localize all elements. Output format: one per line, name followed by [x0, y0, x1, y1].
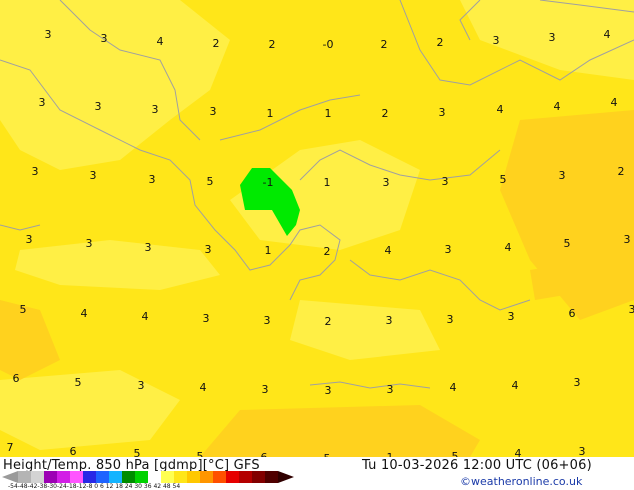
credit-link[interactable]: ©weatheronline.co.uk — [460, 475, 582, 488]
temp-label: 5 — [500, 173, 507, 186]
temp-label: 3 — [149, 173, 156, 186]
temp-label: 2 — [437, 36, 444, 49]
colorbar-ticks: -54-48-42-38-30-24-18-12-8 0 6 12 18 24 … — [8, 483, 181, 490]
temp-label: 2 — [324, 245, 331, 258]
temp-label: 3 — [447, 313, 454, 326]
temp-label: 2 — [381, 38, 388, 51]
temp-label: 6 — [569, 307, 576, 320]
temp-label: 3 — [205, 243, 212, 256]
temp-label: 5 — [197, 450, 204, 457]
temp-label: 4 — [554, 100, 561, 113]
temp-label: 5 — [75, 376, 82, 389]
temp-label: 3 — [383, 176, 390, 189]
temp-label: 7 — [7, 441, 14, 454]
temp-label: 4 — [611, 96, 618, 109]
temp-label: 3 — [442, 175, 449, 188]
temp-label: 3 — [439, 106, 446, 119]
temp-label: 4 — [200, 381, 207, 394]
temp-label: 3 — [45, 28, 52, 41]
temp-label: 2 — [618, 165, 625, 178]
temp-label: 2 — [269, 38, 276, 51]
temp-label: 2 — [382, 107, 389, 120]
temp-label: 5 — [564, 237, 571, 250]
temp-label: 5 — [452, 450, 459, 457]
temp-label: 4 — [450, 381, 457, 394]
temp-label: 3 — [39, 96, 46, 109]
temp-label: 3 — [32, 165, 39, 178]
temp-label: 3 — [264, 314, 271, 327]
temp-label: 3 — [559, 169, 566, 182]
temp-label: 5 — [134, 447, 141, 457]
temp-label: 4 — [157, 35, 164, 48]
temp-label: 3 — [95, 100, 102, 113]
temp-label: 5 — [20, 303, 27, 316]
temp-label: 4 — [497, 103, 504, 116]
weather-map: 3 3 4 2 2 -0 2 2 3 3 4 3 3 3 3 1 1 2 3 4… — [0, 0, 634, 457]
temp-label: 4 — [385, 244, 392, 257]
colorbar — [2, 471, 294, 483]
temp-label: 3 — [101, 32, 108, 45]
temp-label: 3 — [26, 233, 33, 246]
temp-label: 3 — [90, 169, 97, 182]
temp-label: 3 — [579, 445, 586, 457]
temp-label: 1 — [265, 244, 272, 257]
temp-label: 3 — [493, 34, 500, 47]
temp-label: 3 — [445, 243, 452, 256]
temp-label: 3 — [203, 312, 210, 325]
temp-label: 2 — [213, 37, 220, 50]
temp-label: 4 — [505, 241, 512, 254]
temp-label: 3 — [145, 241, 152, 254]
temp-label: -0 — [323, 38, 334, 51]
temp-label: 5 — [207, 175, 214, 188]
temp-label: 6 — [70, 445, 77, 457]
temp-label: 4 — [142, 310, 149, 323]
temp-label: 4 — [604, 28, 611, 41]
temp-label: 3 — [138, 379, 145, 392]
temp-label: 3 — [325, 384, 332, 397]
temp-label: 3 — [508, 310, 515, 323]
run-info: Tu 10-03-2026 12:00 UTC (06+06) — [362, 458, 592, 473]
temp-label: 4 — [512, 379, 519, 392]
temp-label: 1 — [324, 176, 331, 189]
temp-label: 3 — [387, 383, 394, 396]
temp-label: 3 — [210, 105, 217, 118]
temp-label: 2 — [325, 315, 332, 328]
temp-label: 3 — [86, 237, 93, 250]
temp-label: 1 — [267, 107, 274, 120]
temp-label: 3 — [574, 376, 581, 389]
temp-label: 3 — [386, 314, 393, 327]
temp-label: 3 — [549, 31, 556, 44]
temp-label: 6 — [13, 372, 20, 385]
temp-label: -1 — [263, 176, 274, 189]
temp-label: 4 — [515, 447, 522, 457]
temp-label: 3 — [624, 233, 631, 246]
temp-label: 4 — [81, 307, 88, 320]
warm-field — [530, 265, 565, 300]
temp-label: 3 — [152, 103, 159, 116]
temp-label: 3 — [262, 383, 269, 396]
temp-label: 1 — [325, 107, 332, 120]
temp-label: 3 — [629, 303, 634, 316]
